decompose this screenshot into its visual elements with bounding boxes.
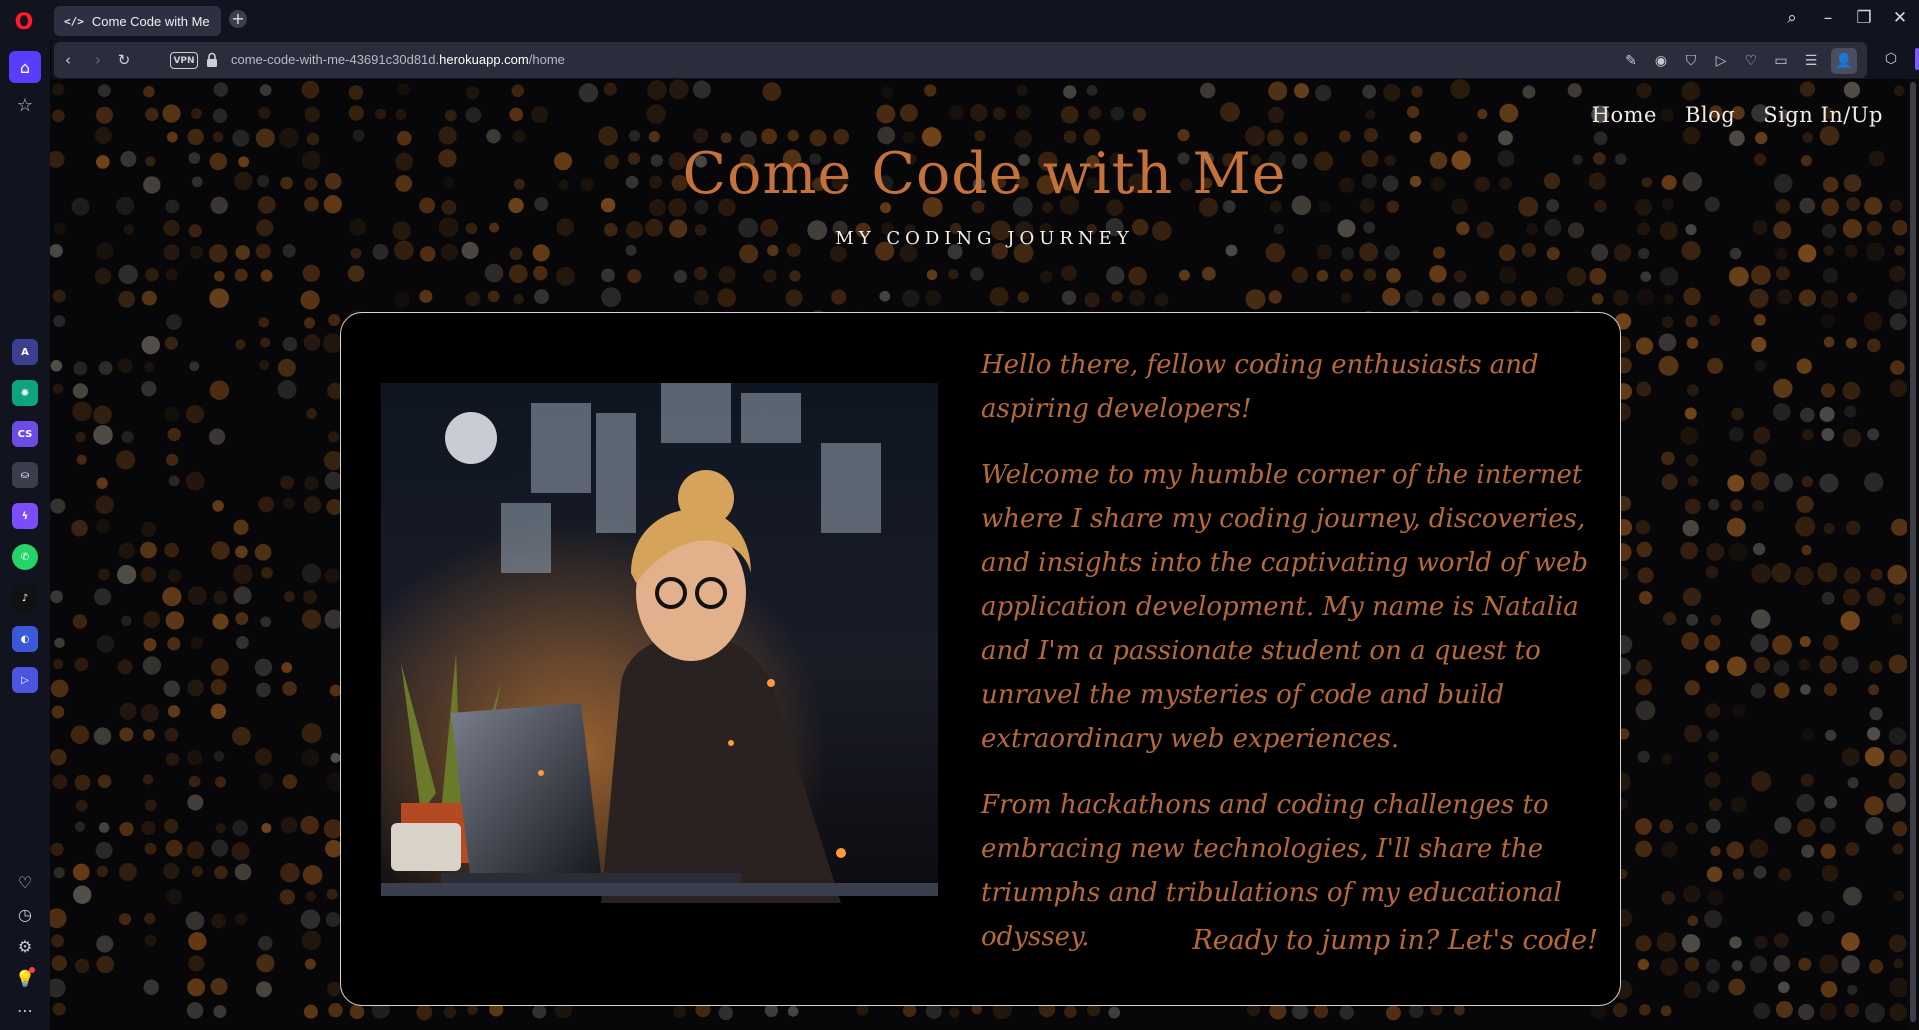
tiktok-icon[interactable]: ♪ — [12, 585, 38, 611]
address-bar[interactable]: ‹ › ↻ VPN come-code-with-me-43691c30d81d… — [54, 42, 1867, 78]
intro-text: Hello there, fellow coding enthusiasts a… — [981, 343, 1591, 981]
heart-icon[interactable]: ♡ — [1741, 50, 1761, 72]
call-to-action: Ready to jump in? Let's code! — [1192, 925, 1598, 956]
shield-icon[interactable]: ⛉ — [1681, 50, 1701, 72]
url-host: herokuapp.com — [439, 52, 529, 67]
close-button[interactable]: ✕ — [1891, 6, 1909, 30]
hero-illustration — [381, 383, 938, 941]
web-page: Home Blog Sign In/Up Come Code with Me M… — [50, 79, 1919, 1030]
notification-dot — [29, 967, 35, 973]
browser-tab[interactable]: </> Come Code with Me — [54, 6, 221, 36]
extensions-icon[interactable]: ⬡ — [1881, 49, 1901, 69]
opera-logo-icon[interactable]: O — [12, 10, 36, 35]
site-nav: Home Blog Sign In/Up — [1592, 103, 1883, 127]
back-icon[interactable]: ‹ — [58, 50, 78, 70]
chatsonic-icon[interactable]: CS — [12, 421, 38, 447]
minimize-button[interactable]: – — [1819, 6, 1837, 30]
camera-icon[interactable]: ◉ — [1651, 50, 1671, 72]
lock-icon — [207, 52, 217, 67]
welcome-paragraph: Welcome to my humble corner of the inter… — [981, 460, 1589, 754]
site-title: Come Code with Me — [682, 141, 1287, 207]
vpn-badge[interactable]: VPN — [170, 52, 198, 69]
messenger-icon[interactable]: ϟ — [12, 503, 38, 529]
lightbulb-icon[interactable]: 💡 — [13, 966, 37, 990]
player-icon[interactable]: ◐ — [12, 626, 38, 652]
restore-button[interactable]: ❐ — [1855, 6, 1873, 30]
sidebar-toggle[interactable] — [1915, 48, 1919, 70]
reload-icon[interactable]: ↻ — [114, 50, 134, 70]
history-icon[interactable]: ◷ — [13, 902, 37, 926]
shopping-bag-icon[interactable]: ⛀ — [12, 462, 38, 488]
intro-card: Hello there, fellow coding enthusiasts a… — [340, 312, 1621, 1006]
scroll-thumb[interactable] — [1910, 82, 1916, 1022]
whatsapp-icon[interactable]: ✆ — [12, 544, 38, 570]
forward-icon[interactable]: › — [88, 50, 108, 70]
heart-icon[interactable]: ♡ — [13, 870, 37, 894]
video-player-icon[interactable]: ▷ — [12, 667, 38, 693]
settings-gear-icon[interactable]: ⚙ — [13, 934, 37, 958]
edit-icon[interactable]: ✎ — [1621, 50, 1641, 72]
code-icon: </> — [64, 14, 84, 28]
opera-sidebar: ⌂ ☆ A ✺ CS ⛀ ϟ ✆ ♪ ◐ ▷ ♡ ◷ ⚙ 💡 ⋯ — [0, 40, 50, 1030]
browser-titlebar: O </> Come Code with Me + ⌕ – ❐ ✕ — [0, 0, 1919, 40]
page-scrollbar[interactable] — [1907, 79, 1919, 1030]
window-controls: ⌕ – ❐ ✕ — [1783, 6, 1909, 30]
profile-avatar-icon[interactable]: 👤 — [1831, 48, 1857, 74]
menu-icon[interactable]: ☰ — [1801, 50, 1821, 72]
home-icon[interactable]: ⌂ — [9, 51, 41, 83]
url-path: /home — [528, 52, 565, 67]
search-icon[interactable]: ⌕ — [1783, 6, 1801, 30]
more-icon[interactable]: ⋯ — [13, 998, 37, 1022]
battery-icon[interactable]: ▭ — [1771, 50, 1791, 72]
address-bar-actions: ✎ ◉ ⛉ ▷ ♡ ▭ ☰ 👤 — [1621, 48, 1857, 74]
url-prefix: come-code-with-me-43691c30d81d. — [231, 52, 440, 67]
nav-blog-link[interactable]: Blog — [1685, 103, 1735, 127]
greeting-paragraph: Hello there, fellow coding enthusiasts a… — [981, 350, 1539, 424]
site-subtitle: MY CODING JOURNEY — [835, 228, 1134, 249]
aria-icon[interactable]: A — [12, 339, 38, 365]
url-text[interactable]: come-code-with-me-43691c30d81d.herokuapp… — [231, 52, 565, 67]
new-tab-button[interactable]: + — [229, 10, 247, 28]
play-icon[interactable]: ▷ — [1711, 50, 1731, 72]
tab-title: Come Code with Me — [91, 13, 210, 29]
chatgpt-icon[interactable]: ✺ — [12, 380, 38, 406]
nav-home-link[interactable]: Home — [1592, 103, 1657, 127]
bookmarks-star-icon[interactable]: ☆ — [13, 93, 37, 117]
nav-signin-link[interactable]: Sign In/Up — [1763, 103, 1883, 127]
address-bar-row: ‹ › ↻ VPN come-code-with-me-43691c30d81d… — [52, 40, 1919, 79]
